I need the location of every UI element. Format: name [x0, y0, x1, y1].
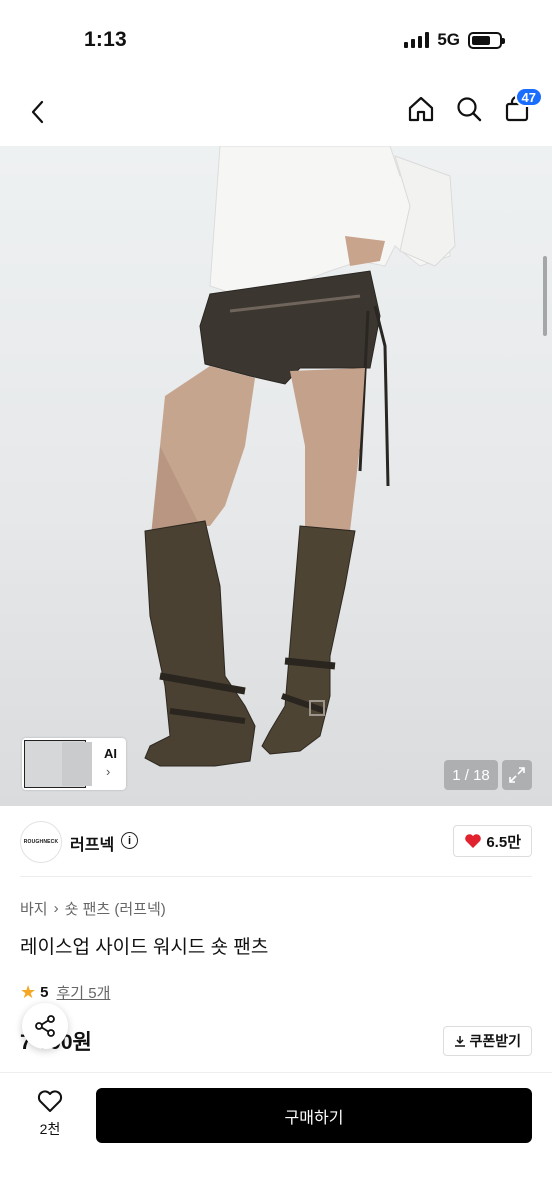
product-title: 레이스업 사이드 워시드 숏 팬츠 [20, 937, 269, 958]
chevron-left-icon [31, 100, 44, 124]
status-bar: 1:13 5G [0, 0, 552, 80]
star-icon: ★ [20, 982, 37, 1002]
search-button[interactable] [454, 92, 484, 126]
cart-button[interactable]: 47 [502, 87, 543, 126]
breadcrumb-subcategory[interactable]: 숏 팬츠 (러프넥) [65, 898, 166, 919]
rating-value: 5 [40, 984, 49, 1001]
heart-outline-icon [37, 1090, 63, 1112]
info-icon[interactable]: i [121, 832, 138, 849]
status-indicators: 5G [404, 30, 505, 50]
brand-like-button[interactable]: 6.5만 [453, 825, 532, 857]
share-button[interactable] [22, 1003, 68, 1049]
nav-bar: 47 [0, 80, 552, 146]
buy-button[interactable]: 구매하기 [96, 1088, 532, 1143]
breadcrumb: 바지 › 숏 팬츠 (러프넥) [20, 898, 166, 919]
battery-icon [468, 31, 505, 49]
chevron-right-icon: › [53, 900, 59, 917]
wishlist-count: 2천 [39, 1121, 61, 1137]
image-page-counter: 1 / 18 [444, 760, 498, 790]
wishlist-button[interactable]: 2천 [22, 1089, 78, 1139]
search-icon [457, 97, 482, 122]
home-icon [408, 96, 434, 122]
expand-icon [509, 767, 525, 783]
expand-image-button[interactable] [502, 760, 532, 790]
share-icon [35, 1015, 55, 1037]
status-time: 1:13 [84, 28, 127, 51]
bottom-action-bar: 2천 구매하기 [0, 1072, 552, 1200]
home-button[interactable] [406, 92, 436, 126]
coupon-label: 쿠폰받기 [469, 1033, 521, 1049]
brand-logo[interactable]: ROUGHNECK [20, 821, 62, 863]
network-label: 5G [437, 30, 460, 49]
breadcrumb-category[interactable]: 바지 [20, 898, 48, 919]
brand-like-count: 6.5만 [486, 833, 521, 851]
cart-count-badge: 47 [514, 87, 543, 107]
heart-filled-icon [465, 834, 482, 848]
thumbnail-image-secondary [62, 742, 92, 786]
scroll-indicator[interactable] [543, 256, 547, 336]
brand-name[interactable]: 러프넥 [70, 831, 114, 855]
ai-thumbnail-button[interactable]: AI › [22, 738, 126, 790]
coupon-button[interactable]: 쿠폰받기 [443, 1026, 532, 1056]
product-photo [144, 146, 456, 767]
product-image[interactable]: AI › 1 / 18 [0, 146, 552, 806]
brand-row: ROUGHNECK 러프넥 i 6.5만 [0, 806, 552, 876]
divider [20, 876, 532, 877]
chevron-right-icon: › [106, 764, 111, 779]
download-icon [455, 1036, 466, 1047]
back-button[interactable] [20, 94, 56, 130]
rating-row: ★ 5 후기 5개 [20, 982, 110, 1003]
review-link[interactable]: 후기 5개 [56, 982, 110, 1003]
thumbnail-ai-label: AI [104, 746, 117, 761]
signal-icon [404, 32, 430, 48]
